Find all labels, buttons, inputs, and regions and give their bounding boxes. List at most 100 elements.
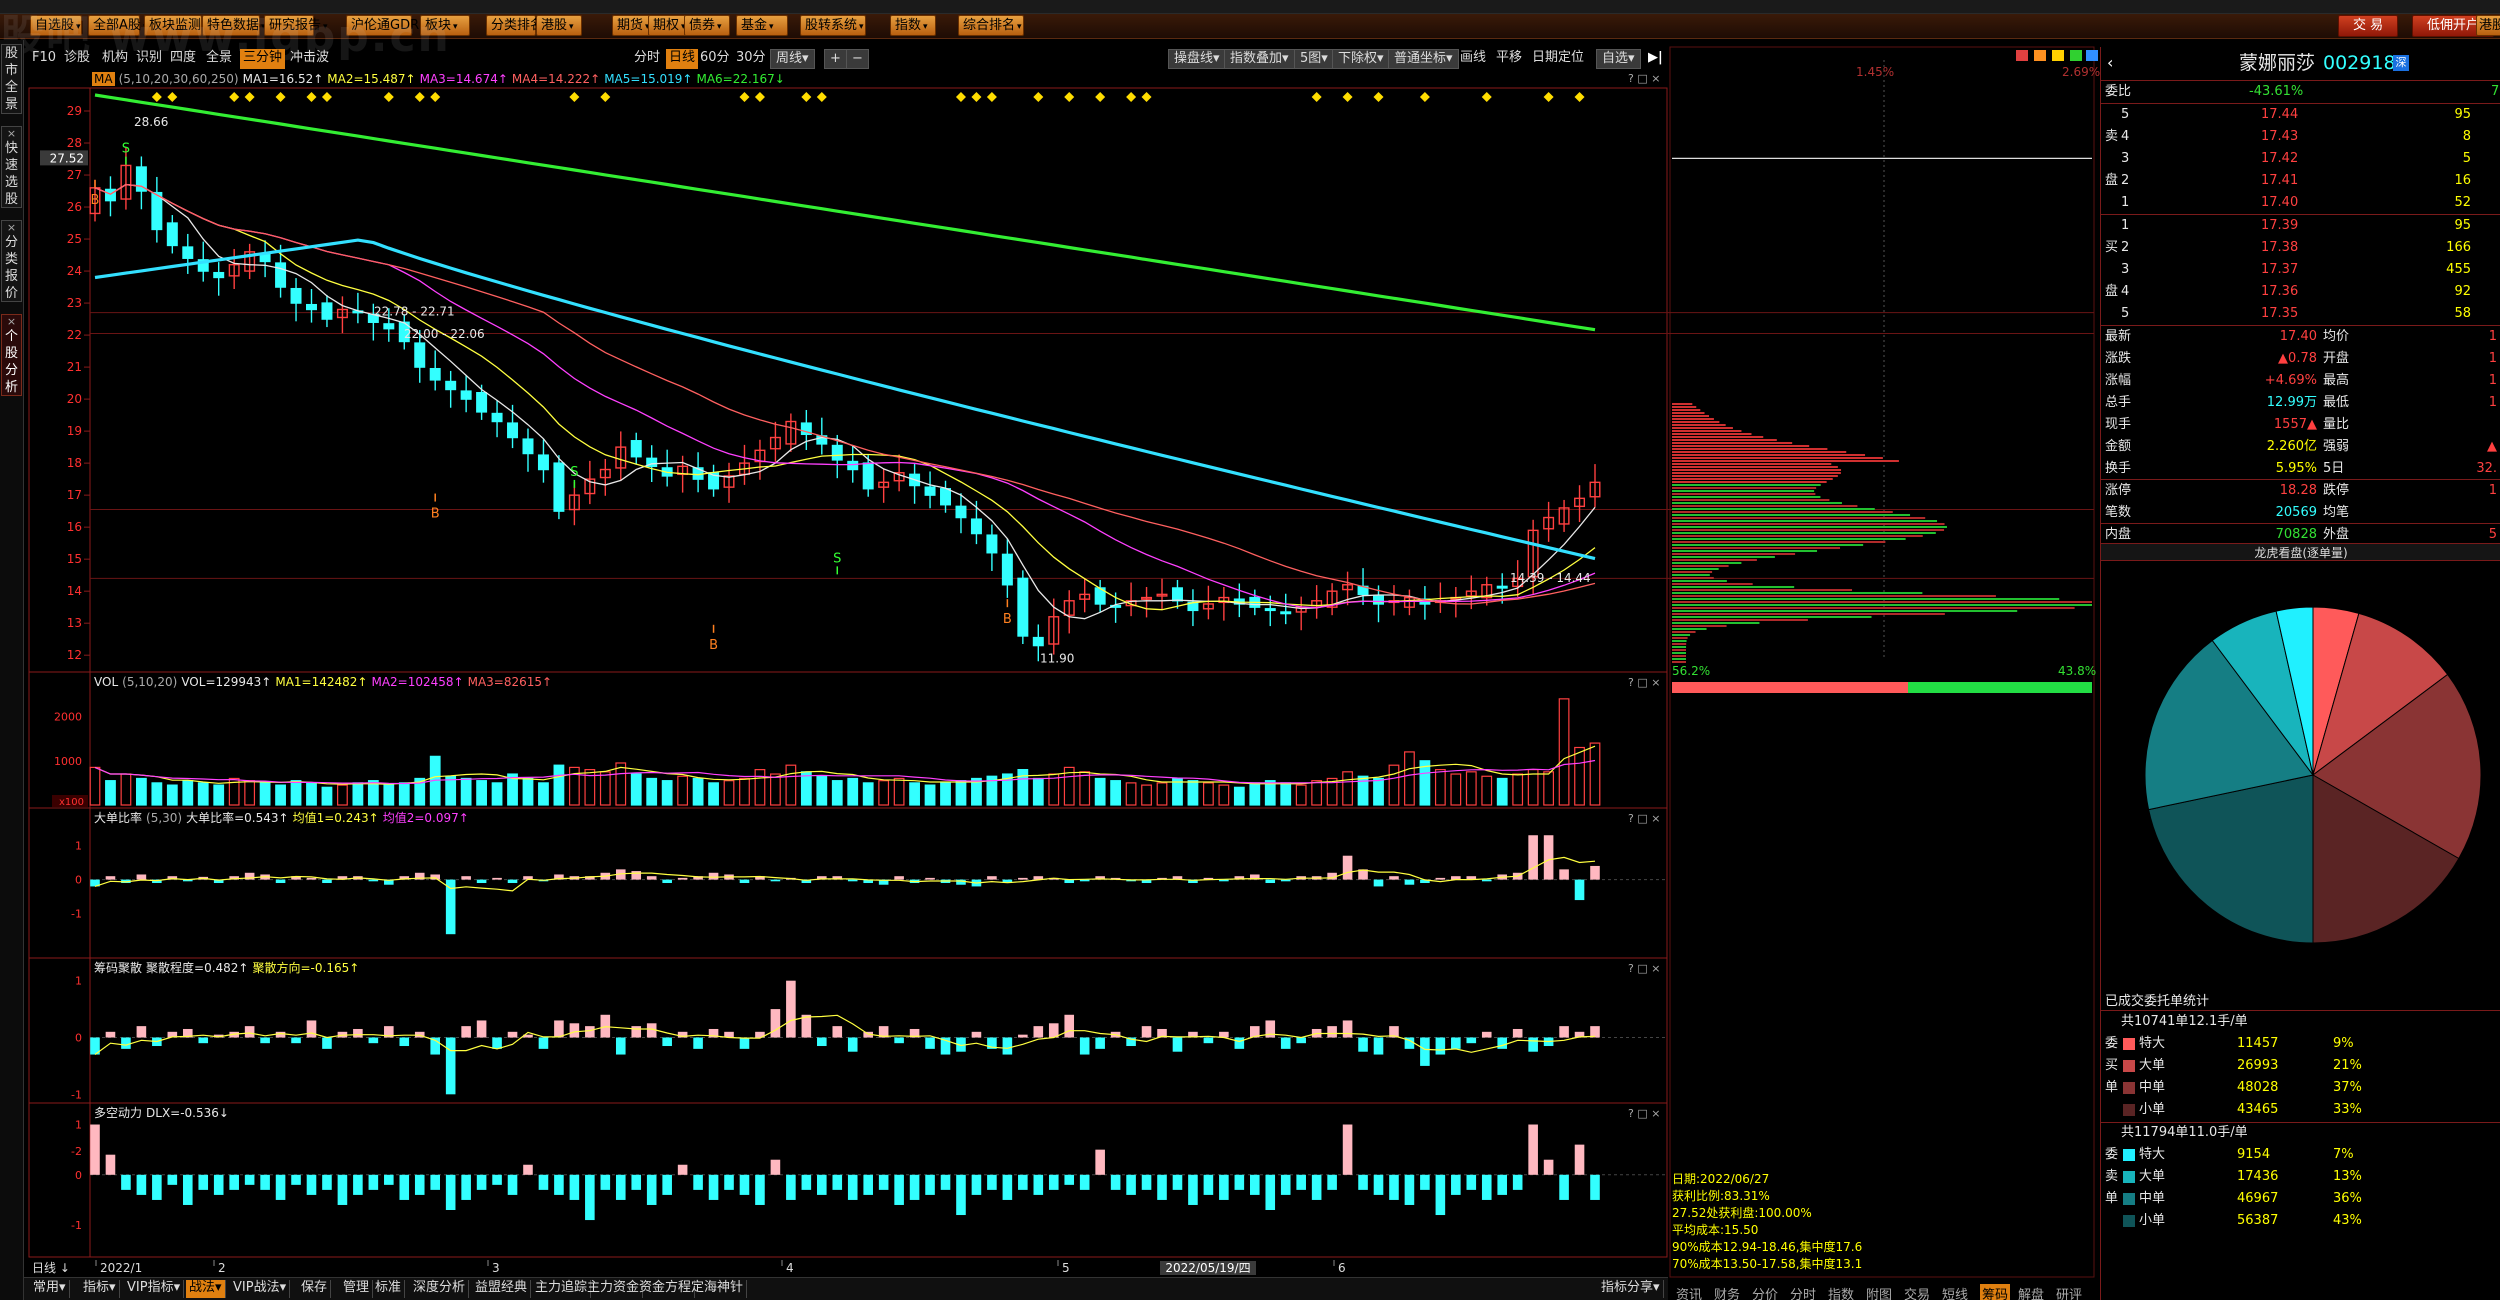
bottom-tab[interactable]: VIP战法▾ bbox=[230, 1280, 291, 1298]
chip-bar bbox=[1018, 1034, 1028, 1038]
mid-tab[interactable]: 短线 bbox=[1942, 1284, 1968, 1300]
bottom-tab[interactable]: 管理 bbox=[340, 1280, 374, 1298]
dlx-bar bbox=[476, 1174, 487, 1190]
bottom-tab-label: 标准 bbox=[375, 1280, 402, 1295]
bottom-tab[interactable]: 标准 bbox=[372, 1280, 406, 1298]
mid-tab[interactable]: 筹码 bbox=[1980, 1284, 2011, 1300]
bottom-tab[interactable]: 主力资金 bbox=[584, 1280, 644, 1298]
chip-bar bbox=[1451, 1037, 1461, 1049]
dlx-bar bbox=[523, 1164, 533, 1175]
dlx-bar bbox=[291, 1174, 301, 1185]
chip-bar bbox=[615, 1037, 626, 1055]
event-diamond-icon bbox=[569, 92, 580, 102]
bottom-tab[interactable]: 定海神针 bbox=[688, 1280, 748, 1298]
mid-tab[interactable]: 附图 bbox=[1866, 1284, 1892, 1300]
bottom-tab[interactable]: 指标▾ bbox=[80, 1280, 120, 1298]
candle-body bbox=[831, 444, 843, 461]
bottom-tab-label: 深度分析 bbox=[413, 1280, 466, 1295]
ma-line bbox=[94, 183, 1596, 605]
order-volume: 46967 bbox=[2237, 1191, 2279, 1206]
candle-body bbox=[1001, 553, 1013, 586]
volume-bar bbox=[151, 782, 163, 806]
mid-tab[interactable]: 解盘 bbox=[2018, 1284, 2044, 1300]
big-order-bar bbox=[1265, 879, 1276, 884]
price-tick-label: 27 bbox=[67, 168, 82, 182]
candle-body bbox=[476, 392, 488, 413]
chip-bar bbox=[461, 1026, 471, 1038]
stat-label-2: 最高 bbox=[2323, 373, 2350, 388]
dlx-bar bbox=[832, 1174, 843, 1190]
buy-total: 共10741单12.1手/单 bbox=[2121, 1014, 2248, 1029]
chip-bar bbox=[786, 980, 796, 1038]
bottom-tab[interactable]: 主力追踪 bbox=[532, 1280, 592, 1298]
order-row: 单中单 48028 37% bbox=[2101, 1077, 2500, 1099]
big-order-bar bbox=[770, 879, 781, 882]
candle-body bbox=[862, 462, 874, 490]
bottom-tab[interactable]: 保存 bbox=[298, 1280, 332, 1298]
candle-body bbox=[306, 303, 317, 311]
mid-tab[interactable]: 指数 bbox=[1828, 1284, 1854, 1300]
quote-stat-row: 涨幅 +4.69% 最高 1 bbox=[2101, 370, 2500, 392]
mid-tab[interactable]: 研评 bbox=[2056, 1284, 2082, 1300]
bottom-tab[interactable]: VIP指标▾ bbox=[124, 1280, 185, 1298]
ask-row: 盘 2 17.41 16 bbox=[2101, 170, 2500, 192]
big-order-bar bbox=[476, 879, 487, 884]
mid-tab[interactable]: 财务 bbox=[1714, 1284, 1740, 1300]
chevron-down-icon: ▾ bbox=[173, 1280, 181, 1295]
panel-frame bbox=[28, 957, 1668, 1104]
mid-tab[interactable]: 交易 bbox=[1904, 1284, 1930, 1300]
candle-body bbox=[507, 422, 519, 439]
volume-bar bbox=[1218, 784, 1230, 806]
dlx-bar bbox=[1481, 1174, 1492, 1200]
dlx-bar bbox=[1002, 1174, 1013, 1200]
dlx-bar bbox=[770, 1159, 781, 1175]
bottom-tab-label: 指标 bbox=[83, 1280, 110, 1295]
dlx-bar bbox=[368, 1174, 379, 1190]
sell-total-row: 共11794单11.0手/单 bbox=[2101, 1124, 2500, 1142]
stat-value: +4.69% bbox=[2264, 373, 2317, 388]
ask-price: 17.40 bbox=[2261, 195, 2299, 210]
volume-bar bbox=[661, 780, 673, 806]
mid-tab[interactable]: 资讯 bbox=[1676, 1284, 1702, 1300]
bottom-tab[interactable]: 资金方程 bbox=[636, 1280, 696, 1298]
volume-bar bbox=[1017, 769, 1029, 806]
order-swatch bbox=[2123, 1077, 2135, 1099]
chip-bar bbox=[662, 1037, 672, 1047]
bottom-tab[interactable]: 深度分析 bbox=[410, 1280, 470, 1298]
event-diamond-icon bbox=[1141, 92, 1152, 102]
bid-volume: 92 bbox=[2454, 284, 2471, 299]
bottom-tab[interactable]: 战法▾ bbox=[186, 1280, 226, 1298]
big-order-bar bbox=[1404, 879, 1415, 885]
dlx-bar bbox=[863, 1174, 873, 1195]
weibi-value: -43.61% bbox=[2249, 84, 2304, 99]
bottom-tab-label: 管理 bbox=[343, 1280, 370, 1295]
bid-volume: 95 bbox=[2454, 218, 2471, 233]
volume-bar bbox=[1233, 786, 1245, 806]
dlx-bar bbox=[198, 1174, 209, 1190]
quote-stat-row: 涨停 18.28 跌停 1 bbox=[2101, 480, 2500, 502]
candle-body bbox=[955, 505, 967, 519]
big-order-bar bbox=[1574, 879, 1585, 901]
dlx-bar bbox=[1435, 1174, 1446, 1216]
big-order-bar bbox=[105, 876, 116, 880]
quote-stat-row: 涨跌 ▲0.78 开盘 1 bbox=[2101, 348, 2500, 370]
back-icon[interactable]: ‹ bbox=[2107, 49, 2113, 77]
big-order-bar bbox=[430, 874, 440, 880]
event-diamond-icon bbox=[1373, 92, 1384, 102]
dlx-bar bbox=[1327, 1174, 1337, 1190]
mid-tab[interactable]: 分价 bbox=[1752, 1284, 1778, 1300]
dlx-bar bbox=[1280, 1174, 1291, 1195]
big-tick-label: 1 bbox=[75, 839, 82, 852]
dlx-bar bbox=[105, 1154, 116, 1175]
event-diamond-icon bbox=[1033, 92, 1044, 102]
bottom-tab[interactable]: 常用▾ bbox=[30, 1280, 70, 1298]
volume-bar bbox=[445, 775, 457, 806]
order-size-label: 小单 bbox=[2139, 1213, 2166, 1228]
dlx-bar bbox=[492, 1174, 502, 1185]
dlx-bar bbox=[430, 1174, 440, 1190]
bid-price: 17.36 bbox=[2261, 284, 2299, 299]
bottom-tab[interactable]: 益盟经典 bbox=[472, 1280, 532, 1298]
mid-tab[interactable]: 分时 bbox=[1790, 1284, 1816, 1300]
bottom-tab[interactable]: 指标分享▾ bbox=[1598, 1280, 1664, 1298]
dlx-bar bbox=[786, 1174, 796, 1200]
